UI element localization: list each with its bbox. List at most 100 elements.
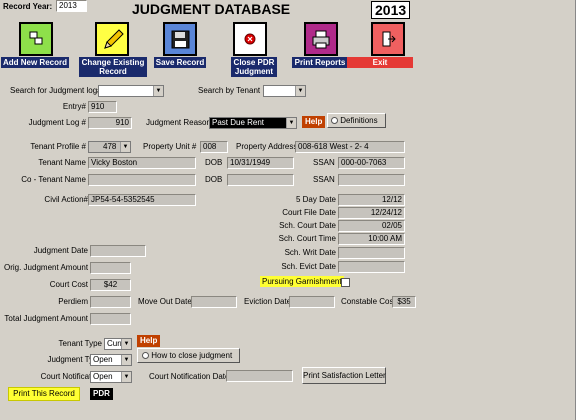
dob-field: 10/31/1949 [227, 157, 294, 169]
property-address-field: 008-618 West - 2- 4 [295, 141, 405, 153]
sch-court-date-label: Sch. Court Date [279, 221, 336, 230]
eviction-date-field [289, 296, 335, 308]
how-to-close-judgment-label: How to close judgment [151, 351, 233, 360]
definitions-label: Definitions [340, 116, 378, 125]
tenant-profile-value: 478 [103, 142, 117, 151]
constable-cost-label: Constable Cost [341, 297, 396, 306]
perdiem-label: Perdiem [58, 297, 88, 306]
court-notification-date-label: Court Notification Date [149, 372, 230, 381]
radio-icon [142, 352, 149, 359]
exit-button[interactable] [371, 22, 405, 56]
judgment-reason-help-button[interactable]: Help [302, 116, 326, 128]
definitions-button[interactable]: Definitions [327, 113, 386, 128]
chevron-down-icon[interactable]: ▼ [153, 86, 163, 96]
pdr-badge: PDR [90, 388, 113, 400]
co-ssan-field [338, 174, 405, 186]
eviction-date-label: Eviction Date [244, 297, 292, 306]
add-record-icon [29, 31, 43, 45]
print-this-record-button[interactable]: Print This Record [8, 387, 80, 401]
total-judgment-amount-field [90, 313, 131, 325]
ssan-label: SSAN [313, 158, 335, 167]
print-satisfaction-letter-button[interactable]: Print Satisfaction Letter [302, 367, 386, 384]
record-year-label: Record Year: [3, 2, 53, 11]
judgment-date-field [90, 245, 146, 257]
search-tenant-label: Search by Tenant [198, 86, 261, 95]
sch-writ-date-label: Sch. Writ Date [284, 248, 336, 257]
save-record-caption[interactable]: Save Record [154, 57, 206, 68]
judgment-log-label: Judgment Log # [28, 118, 86, 127]
pursuing-garnishment-label: Pursuing Garnishment [260, 276, 344, 287]
five-day-date-label: 5 Day Date [295, 195, 336, 204]
tenant-profile-combo[interactable]: 478 ▼ [88, 141, 131, 153]
radio-icon [331, 117, 338, 124]
tenant-type-help-button[interactable]: Help [137, 335, 161, 347]
tenant-type-label: Tenant Type [58, 339, 102, 348]
exit-door-icon [382, 31, 396, 47]
judgment-type-value: Open [93, 355, 113, 364]
judgment-reason-combo[interactable]: Past Due Rent ▼ [209, 117, 297, 129]
judgment-log-field[interactable]: 910 [88, 117, 132, 129]
add-new-record-button[interactable] [19, 22, 53, 56]
exit-caption[interactable]: Exit [347, 57, 413, 68]
court-notification-date-field [226, 370, 293, 382]
print-reports-button[interactable] [304, 22, 338, 56]
chevron-down-icon[interactable]: ▼ [295, 86, 305, 96]
tenant-type-combo[interactable]: Current ▼ [104, 338, 132, 350]
pencil-icon [104, 29, 124, 49]
constable-cost-field: $35 [392, 296, 416, 308]
change-existing-record-caption[interactable]: Change Existing Record [79, 57, 147, 77]
property-unit-field: 008 [200, 141, 228, 153]
search-tenant-combo[interactable]: ▼ [263, 85, 306, 97]
perdiem-field [90, 296, 131, 308]
orig-judgment-amount-field [90, 262, 131, 274]
sch-evict-date-label: Sch. Evict Date [281, 262, 336, 271]
civil-action-label: Civil Action# [44, 195, 88, 204]
judgment-type-combo[interactable]: Open ▼ [90, 354, 132, 366]
total-judgment-amount-label: Total Judgment Amount [4, 314, 88, 323]
change-existing-record-button[interactable] [95, 22, 129, 56]
sch-writ-date-field [338, 247, 405, 259]
judgment-reason-value: Past Due Rent [212, 118, 265, 127]
tenant-name-label: Tenant Name [38, 158, 86, 167]
pursuing-garnishment-checkbox[interactable] [341, 278, 350, 287]
close-pdr-judgment-caption[interactable]: Close PDR Judgment [231, 57, 277, 77]
chevron-down-icon[interactable]: ▼ [120, 142, 130, 152]
tenant-name-field: Vicky Boston [88, 157, 196, 169]
civil-action-field: JP54-54-5352545 [88, 194, 196, 206]
close-icon [244, 33, 256, 45]
entry-label: Entry# [62, 102, 86, 111]
ssan-field: 000-00-7063 [338, 157, 405, 169]
year-badge: 2013 [371, 1, 411, 19]
chevron-down-icon[interactable]: ▼ [121, 355, 131, 365]
printer-icon [312, 30, 330, 49]
chevron-down-icon[interactable]: ▼ [121, 372, 131, 382]
judgment-date-label: Judgment Date [33, 246, 88, 255]
sch-court-date-field: 02/05 [338, 220, 405, 232]
property-address-label: Property Address: [236, 142, 300, 151]
court-notification-combo[interactable]: Open ▼ [90, 371, 132, 383]
chevron-down-icon[interactable]: ▼ [286, 118, 296, 128]
close-pdr-judgment-button[interactable] [233, 22, 267, 56]
print-reports-caption[interactable]: Print Reports [292, 57, 348, 68]
property-unit-label: Property Unit # [143, 142, 197, 151]
co-tenant-name-label: Co - Tenant Name [21, 175, 86, 184]
co-dob-field [227, 174, 294, 186]
chevron-down-icon[interactable]: ▼ [121, 339, 131, 349]
record-year-field[interactable]: 2013 [56, 0, 87, 12]
court-file-date-field: 12/24/12 [338, 207, 405, 219]
sch-court-time-label: Sch. Court Time [278, 234, 336, 243]
move-out-date-field [191, 296, 237, 308]
search-judgment-log-combo[interactable]: ▼ [98, 85, 164, 97]
add-new-record-caption[interactable]: Add New Record [1, 57, 69, 68]
save-record-button[interactable] [163, 22, 197, 56]
court-cost-label: Court Cost [49, 280, 88, 289]
sch-evict-date-field [338, 261, 405, 273]
orig-judgment-amount-label: Orig. Judgment Amount [4, 263, 89, 272]
court-notification-value: Open [93, 372, 113, 381]
court-file-date-label: Court File Date [282, 208, 336, 217]
dob-label: DOB [205, 158, 223, 167]
sch-court-time-field: 10:00 AM [338, 233, 405, 245]
how-to-close-judgment-button[interactable]: How to close judgment [137, 348, 240, 363]
floppy-disk-icon [171, 30, 190, 49]
co-dob-label: DOB [205, 175, 223, 184]
